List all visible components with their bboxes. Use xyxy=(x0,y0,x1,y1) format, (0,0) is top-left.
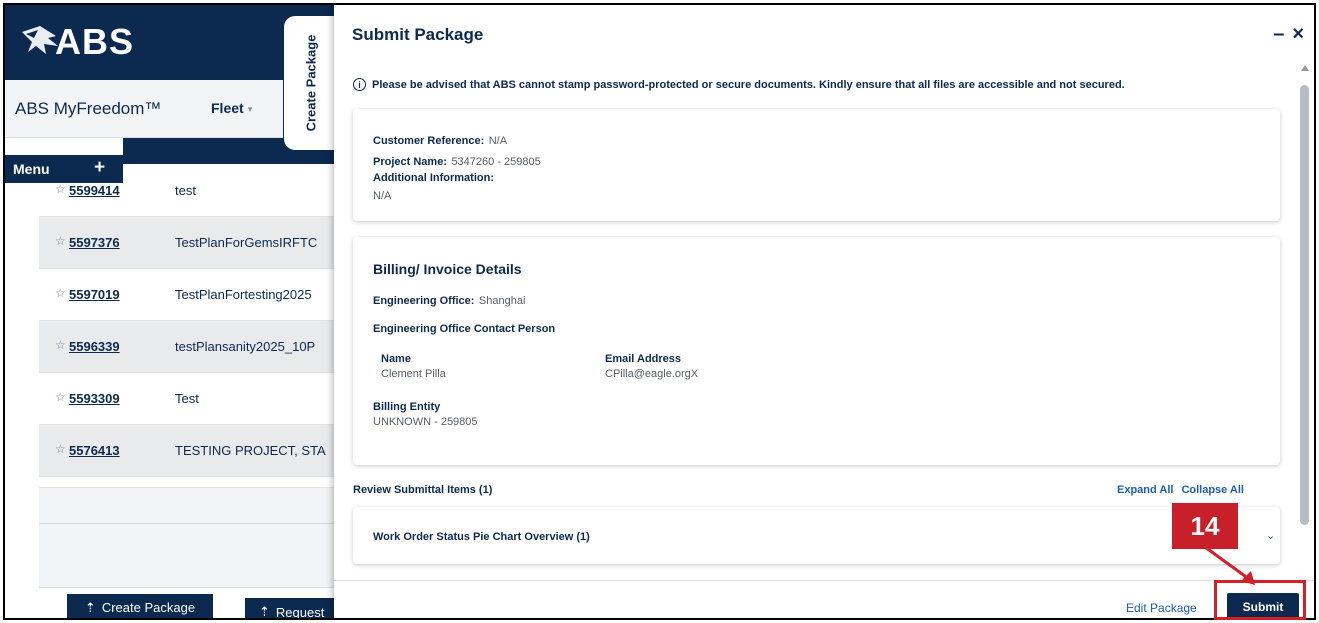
project-list: ☆ 5599414 test ☆ 5597376 TestPlanForGems… xyxy=(39,165,335,477)
create-package-label: Create Package xyxy=(101,600,196,615)
project-row[interactable]: ☆ 5599414 test xyxy=(39,165,335,217)
brand-name[interactable]: ABS MyFreedom™ xyxy=(15,99,161,119)
panel-title: Submit Package xyxy=(352,25,484,44)
project-name: TestPlanFortesting2025 xyxy=(175,287,312,302)
billing-title: Billing/ Invoice Details xyxy=(373,261,522,277)
customer-reference-label: Customer Reference: xyxy=(373,135,485,147)
request-label: Request xyxy=(275,604,325,620)
fleet-menu[interactable]: Fleet ▾ xyxy=(211,100,252,116)
star-icon[interactable]: ☆ xyxy=(55,338,66,352)
project-row[interactable]: ☆ 5597019 TestPlanFortesting2025 xyxy=(39,269,335,321)
billing-entity-value: UNKNOWN - 259805 xyxy=(373,416,478,428)
project-id-link[interactable]: 5599414 xyxy=(69,183,120,198)
project-id-link[interactable]: 5596339 xyxy=(69,339,120,354)
highlight-box xyxy=(1214,580,1306,620)
project-id-link[interactable]: 5576413 xyxy=(69,443,120,458)
engineering-office-value: Shanghai xyxy=(478,295,526,307)
review-submittal-title: Review Submittal Items (1) xyxy=(353,484,493,496)
project-row[interactable]: ☆ 5597376 TestPlanForGemsIRFTC xyxy=(39,217,335,269)
project-row[interactable]: ☆ 5576413 TESTING PROJECT, STA xyxy=(39,425,335,477)
create-package-tab-label: Create Package xyxy=(303,34,318,132)
scroll-thumb[interactable] xyxy=(1300,85,1309,525)
submittal-item-title: Work Order Status Pie Chart Overview (1) xyxy=(373,531,590,543)
submittal-item-card[interactable]: Work Order Status Pie Chart Overview (1)… xyxy=(353,507,1280,564)
submit-package-panel: Submit Package – × i Please be advised t… xyxy=(334,5,1314,618)
additional-info-value: N/A xyxy=(373,190,392,202)
abs-logo[interactable]: ABS xyxy=(19,17,149,67)
panel-controls: – × xyxy=(1273,23,1304,46)
info-icon: i xyxy=(353,78,366,91)
panel-footer: Edit Package Submit xyxy=(334,580,1314,618)
create-package-tab[interactable]: Create Package xyxy=(283,15,337,151)
project-row[interactable]: ☆ 5593309 Test xyxy=(39,373,335,425)
project-name-label: Project Name: xyxy=(373,156,447,168)
upload-icon: ⇡ xyxy=(259,604,270,619)
contact-person-label: Engineering Office Contact Person xyxy=(373,323,556,335)
email-column-header: Email Address xyxy=(605,353,682,365)
customer-reference: Customer Reference: N/A xyxy=(373,131,507,149)
project-row[interactable]: ☆ 5596339 testPlansanity2025_10P xyxy=(39,321,335,373)
expand-all-link[interactable]: Expand All xyxy=(1117,484,1173,496)
chevron-down-icon: ▾ xyxy=(247,103,253,114)
expand-collapse-links: Expand All Collapse All xyxy=(1117,484,1244,496)
project-name: TestPlanForGemsIRFTC xyxy=(175,235,318,250)
star-icon[interactable]: ☆ xyxy=(55,182,66,196)
upload-icon: ⇡ xyxy=(84,599,96,615)
engineering-office-label: Engineering Office: xyxy=(373,295,475,307)
close-icon[interactable]: × xyxy=(1292,23,1304,46)
additional-info-label: Additional Information: xyxy=(373,172,494,184)
chevron-down-icon[interactable]: ⌄ xyxy=(1266,529,1275,542)
edit-package-link[interactable]: Edit Package xyxy=(1126,601,1197,615)
minimize-icon[interactable]: – xyxy=(1273,23,1284,46)
contact-email: CPilla@eagle.orgX xyxy=(605,368,699,380)
divider xyxy=(39,523,335,524)
project-info-card: Customer Reference: N/A Project Name: 53… xyxy=(353,109,1280,221)
notice-text: Please be advised that ABS cannot stamp … xyxy=(372,78,1125,91)
logo-text: ABS xyxy=(55,21,135,62)
contact-name: Clement Pilla xyxy=(381,368,446,380)
project-name: TESTING PROJECT, STA xyxy=(175,443,326,458)
customer-reference-value: N/A xyxy=(488,135,508,147)
project-name-value: 5347260 - 259805 xyxy=(451,156,541,168)
star-icon[interactable]: ☆ xyxy=(55,442,66,456)
step-badge: 14 xyxy=(1172,503,1238,549)
scroll-up-arrow[interactable] xyxy=(1301,65,1309,71)
star-icon[interactable]: ☆ xyxy=(55,286,66,300)
project-id-link[interactable]: 5597019 xyxy=(69,287,120,302)
project-id-link[interactable]: 5593309 xyxy=(69,391,120,406)
project-name: Test xyxy=(175,391,199,406)
list-empty-area xyxy=(39,487,335,587)
collapse-all-link[interactable]: Collapse All xyxy=(1181,484,1244,496)
project-name: testPlansanity2025_10P xyxy=(175,339,316,354)
request-button[interactable]: ⇡ Request xyxy=(245,598,345,620)
project-id-link[interactable]: 5597376 xyxy=(69,235,120,250)
fleet-label: Fleet xyxy=(211,100,244,116)
engineering-office: Engineering Office: Shanghai xyxy=(373,291,525,309)
project-name: Project Name: 5347260 - 259805 xyxy=(373,152,541,170)
billing-card: Billing/ Invoice Details Engineering Off… xyxy=(353,237,1280,465)
screenshot-frame: ABS ABS MyFreedom™ Fleet ▾ Menu + ☆ 55994… xyxy=(3,3,1316,620)
list-footer: ⇡ Create Package ⇡ Request xyxy=(39,587,345,618)
star-icon[interactable]: ☆ xyxy=(55,390,66,404)
scrollbar[interactable] xyxy=(1298,65,1312,585)
billing-entity-label: Billing Entity xyxy=(373,401,441,413)
star-icon[interactable]: ☆ xyxy=(55,234,66,248)
security-notice: i Please be advised that ABS cannot stam… xyxy=(353,78,1125,91)
name-column-header: Name xyxy=(381,353,411,365)
project-name: test xyxy=(175,183,196,198)
create-package-button[interactable]: ⇡ Create Package xyxy=(67,594,213,618)
